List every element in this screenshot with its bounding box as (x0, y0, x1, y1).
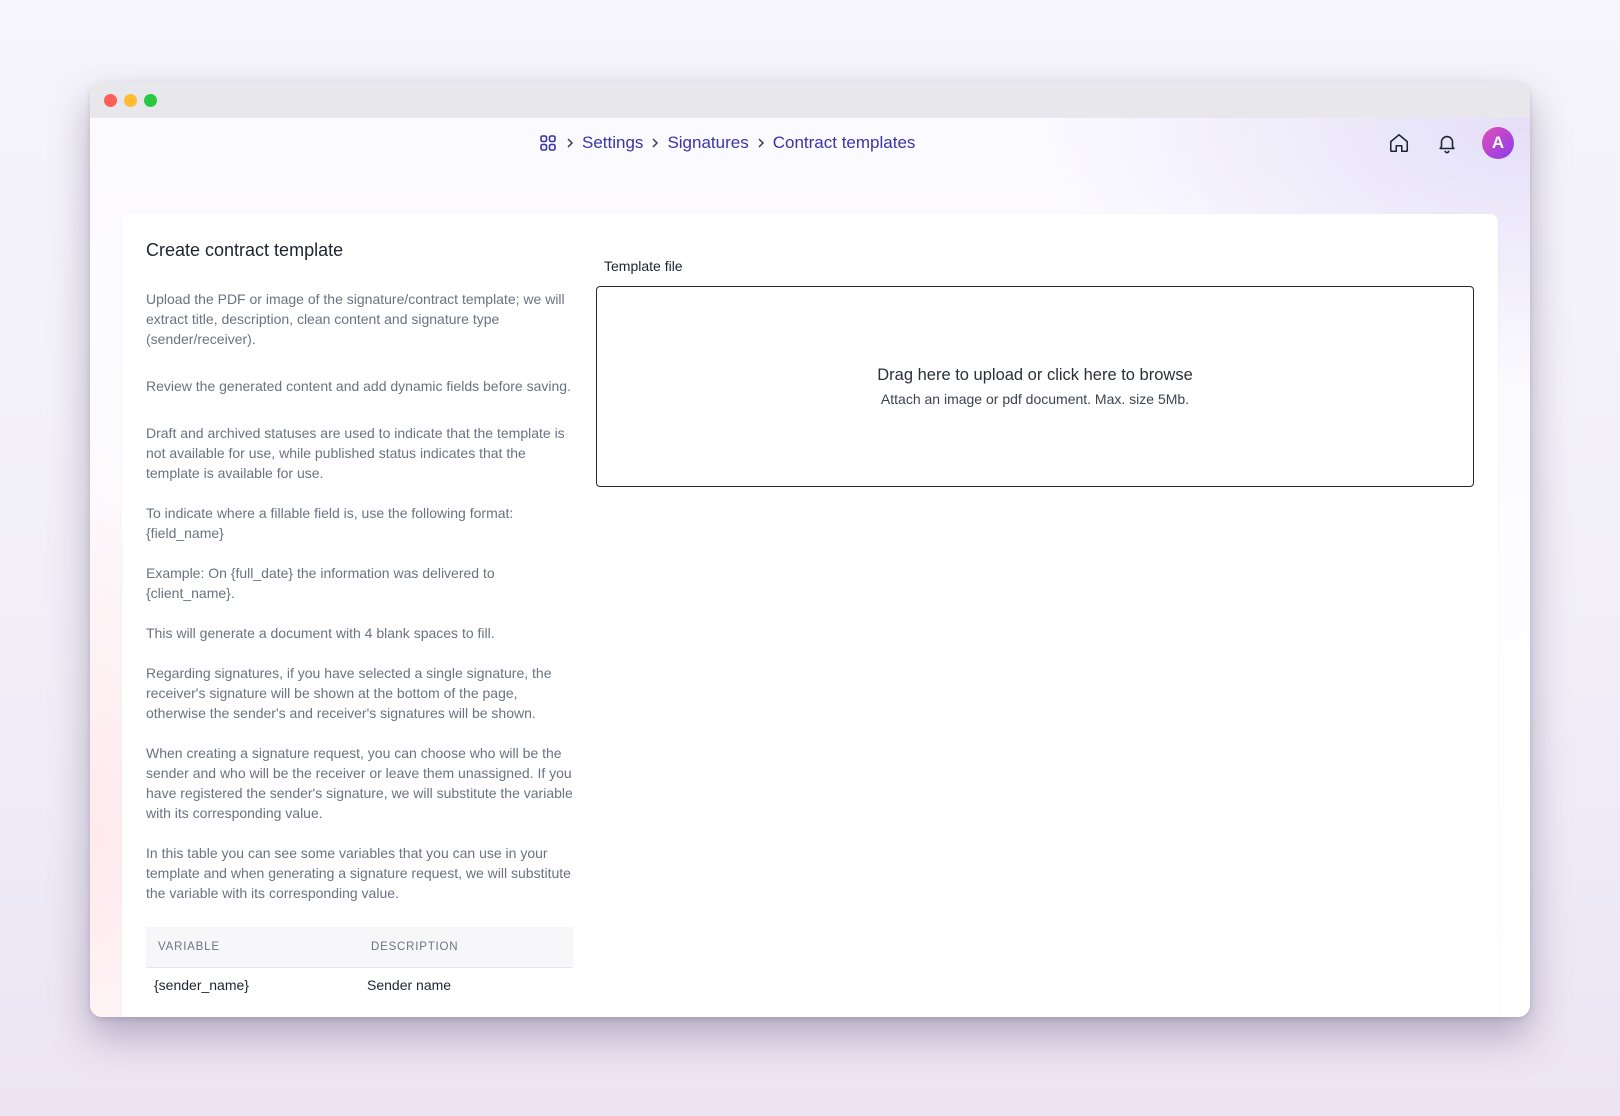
instructions-column: Create contract template Upload the PDF … (146, 238, 573, 1003)
table-header-row: VARIABLE DESCRIPTION (146, 927, 573, 968)
file-dropzone[interactable]: Drag here to upload or click here to bro… (596, 286, 1474, 487)
minimize-window-button[interactable] (124, 94, 137, 107)
instruction-paragraph: In this table you can see some variables… (146, 845, 571, 901)
instruction-paragraph: To indicate where a fillable field is, u… (146, 505, 514, 541)
home-icon[interactable] (1386, 130, 1412, 156)
dropzone-main-text: Drag here to upload or click here to bro… (877, 366, 1193, 384)
instruction-paragraph: This will generate a document with 4 bla… (146, 625, 495, 641)
variables-table: VARIABLE DESCRIPTION {sender_name} Sende… (146, 927, 573, 1003)
instruction-paragraph: Upload the PDF or image of the signature… (146, 291, 565, 347)
bell-icon[interactable] (1434, 130, 1460, 156)
avatar[interactable]: A (1482, 127, 1514, 159)
breadcrumb-settings[interactable]: Settings (582, 133, 643, 153)
browser-window: Settings Signatures Contract templates A… (90, 82, 1530, 1017)
variable-cell: {sender_name} (154, 977, 249, 994)
instruction-paragraph: When creating a signature request, you c… (146, 745, 573, 821)
breadcrumb-contract-templates[interactable]: Contract templates (773, 133, 916, 153)
dropzone-hint-text: Attach an image or pdf document. Max. si… (880, 391, 1190, 407)
chevron-right-icon (643, 137, 667, 149)
instruction-paragraph: Review the generated content and add dyn… (146, 378, 571, 394)
chevron-right-icon (749, 137, 773, 149)
upload-column: Template file Drag here to upload or cli… (596, 238, 1474, 487)
maximize-window-button[interactable] (144, 94, 157, 107)
instruction-paragraph: Example: On {full_date} the information … (146, 565, 495, 601)
breadcrumb-signatures[interactable]: Signatures (667, 133, 748, 153)
breadcrumb: Settings Signatures Contract templates (538, 128, 915, 158)
description-cell: Sender name (367, 977, 452, 994)
top-navigation: Settings Signatures Contract templates A (90, 118, 1530, 168)
column-header-description: DESCRIPTION (359, 927, 573, 968)
nav-actions: A (1386, 127, 1514, 159)
instruction-paragraph: Regarding signatures, if you have select… (146, 665, 552, 721)
window-titlebar (90, 82, 1530, 118)
create-template-card: Create contract template Upload the PDF … (122, 214, 1498, 1017)
close-window-button[interactable] (104, 94, 117, 107)
column-header-variable: VARIABLE (146, 927, 359, 968)
grid-icon[interactable] (538, 133, 558, 153)
page-title: Create contract template (146, 240, 344, 260)
instruction-paragraph: Draft and archived statuses are used to … (146, 425, 565, 481)
template-file-label: Template file (604, 258, 683, 274)
table-row: {sender_name} Sender name (146, 967, 573, 1003)
chevron-right-icon (558, 137, 582, 149)
app-content: Settings Signatures Contract templates A… (90, 118, 1530, 1017)
